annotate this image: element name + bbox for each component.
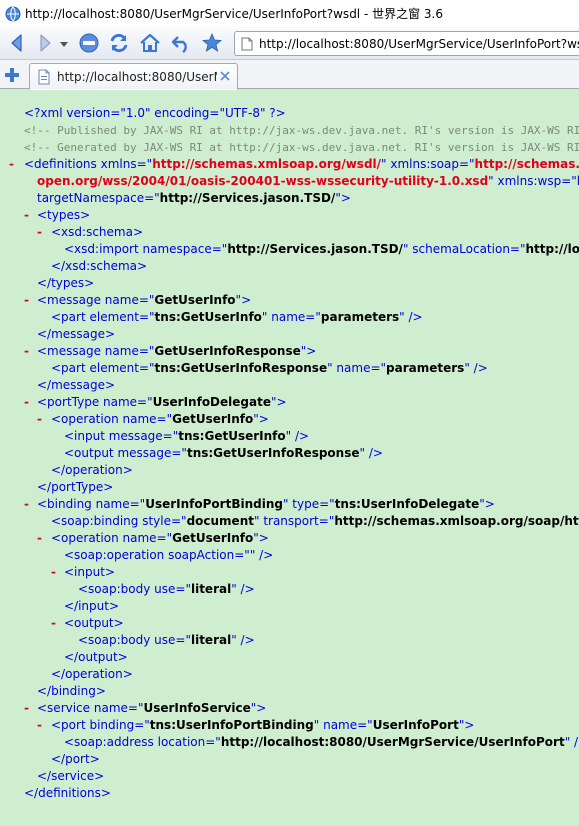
collapse-toggle[interactable]: - (37, 717, 42, 734)
undo-arrow-icon (171, 36, 187, 53)
xml-close-tag: </types> (37, 276, 95, 290)
xml-close-tag: </definitions> (24, 786, 111, 800)
tab-active[interactable]: http://localhost:8080/UserMgrService/Use… (29, 63, 238, 90)
stop-button[interactable] (76, 30, 102, 56)
collapse-toggle[interactable]: - (51, 564, 56, 581)
refresh-icon (110, 33, 128, 53)
stop-icon (79, 33, 99, 53)
xml-close-tag: </binding> (37, 684, 106, 698)
collapse-toggle[interactable]: - (24, 394, 29, 411)
xml-close-tag: </port> (51, 752, 100, 766)
address-text: http://localhost:8080/UserMgrService/Use… (259, 36, 579, 51)
xml-declaration: <?xml version="1.0" encoding="UTF-8" ?> (24, 106, 286, 120)
collapse-toggle[interactable]: - (24, 496, 29, 513)
collapse-toggle[interactable]: - (24, 292, 29, 309)
xml-document: <?xml version="1.0" encoding="UTF-8" ?> … (0, 90, 579, 826)
xml-element-input: <input message="tns:GetUserInfo" /> (64, 429, 310, 443)
collapse-toggle[interactable]: - (9, 156, 14, 173)
collapse-toggle[interactable]: - (24, 700, 29, 717)
xml-attribute-line: targetNamespace="http://Services.jason.T… (37, 191, 351, 205)
page-icon (241, 37, 253, 50)
collapse-toggle[interactable]: - (37, 530, 42, 547)
collapse-toggle[interactable]: - (24, 207, 29, 224)
home-button[interactable] (137, 30, 163, 56)
xml-close-tag: </message> (37, 378, 116, 392)
favorites-button[interactable] (199, 30, 225, 56)
forward-button[interactable] (32, 30, 58, 56)
xml-close-tag: </message> (37, 327, 116, 341)
window-title-bar: http://localhost:8080/UserMgrService/Use… (0, 0, 579, 27)
star-icon (201, 32, 223, 52)
xml-attribute-line: open.org/wss/2004/01/oasis-200401-wss-ws… (37, 174, 579, 188)
window-title: http://localhost:8080/UserMgrService/Use… (25, 7, 443, 21)
collapse-toggle[interactable]: - (51, 615, 56, 632)
xml-element-soap-body: <soap:body use="literal" /> (78, 633, 255, 647)
page-icon (38, 69, 50, 84)
tab-label: http://localhost:8080/UserMgrService/Use… (57, 69, 217, 84)
xml-element-soap-address: <soap:address location="http://localhost… (64, 735, 579, 749)
xml-close-tag: </portType> (37, 480, 114, 494)
xml-close-tag: </service> (37, 769, 105, 783)
tab-bar: http://localhost:8080/UserMgrService/Use… (0, 60, 579, 90)
navigation-toolbar: http://localhost:8080/UserMgrService/Use… (0, 27, 579, 60)
xml-close-tag: </operation> (51, 463, 133, 477)
close-tab-icon[interactable] (219, 70, 231, 82)
collapse-toggle[interactable]: - (24, 343, 29, 360)
xml-comment: <!-- Published by JAX-WS RI at http://ja… (24, 124, 579, 137)
collapse-toggle[interactable]: - (37, 224, 42, 241)
xml-element-output: <output message="tns:GetUserInfoResponse… (64, 446, 383, 460)
back-button[interactable] (4, 30, 30, 56)
history-dropdown-icon[interactable] (60, 42, 68, 48)
xml-element-part: <part element="tns:GetUserInfo" name="pa… (51, 310, 423, 324)
xml-close-tag: </operation> (51, 667, 133, 681)
undo-close-button[interactable] (168, 30, 194, 56)
forward-arrow-icon (40, 34, 51, 52)
new-tab-button[interactable] (3, 66, 21, 84)
xml-comment: <!-- Generated by JAX-WS RI at http://ja… (24, 141, 579, 154)
xml-element-soap-body: <soap:body use="literal" /> (78, 582, 255, 596)
xml-element-soap-operation: <soap:operation soapAction="" /> (64, 548, 274, 562)
xml-close-tag: </output> (64, 650, 128, 664)
plus-icon (5, 68, 19, 82)
refresh-button[interactable] (106, 30, 132, 56)
browser-globe-icon (5, 6, 21, 21)
collapse-toggle[interactable]: - (37, 411, 42, 428)
home-icon (140, 33, 160, 52)
xml-element-part: <part element="tns:GetUserInfoResponse" … (51, 361, 488, 375)
address-bar[interactable]: http://localhost:8080/UserMgrService/Use… (234, 31, 579, 56)
back-arrow-icon (11, 34, 22, 52)
xml-element-import: <xsd:import namespace="http://Services.j… (64, 242, 579, 256)
xml-close-tag: </xsd:schema> (51, 259, 148, 273)
xml-element-soap-binding: <soap:binding style="document" transport… (51, 514, 579, 528)
xml-close-tag: </input> (64, 599, 120, 613)
